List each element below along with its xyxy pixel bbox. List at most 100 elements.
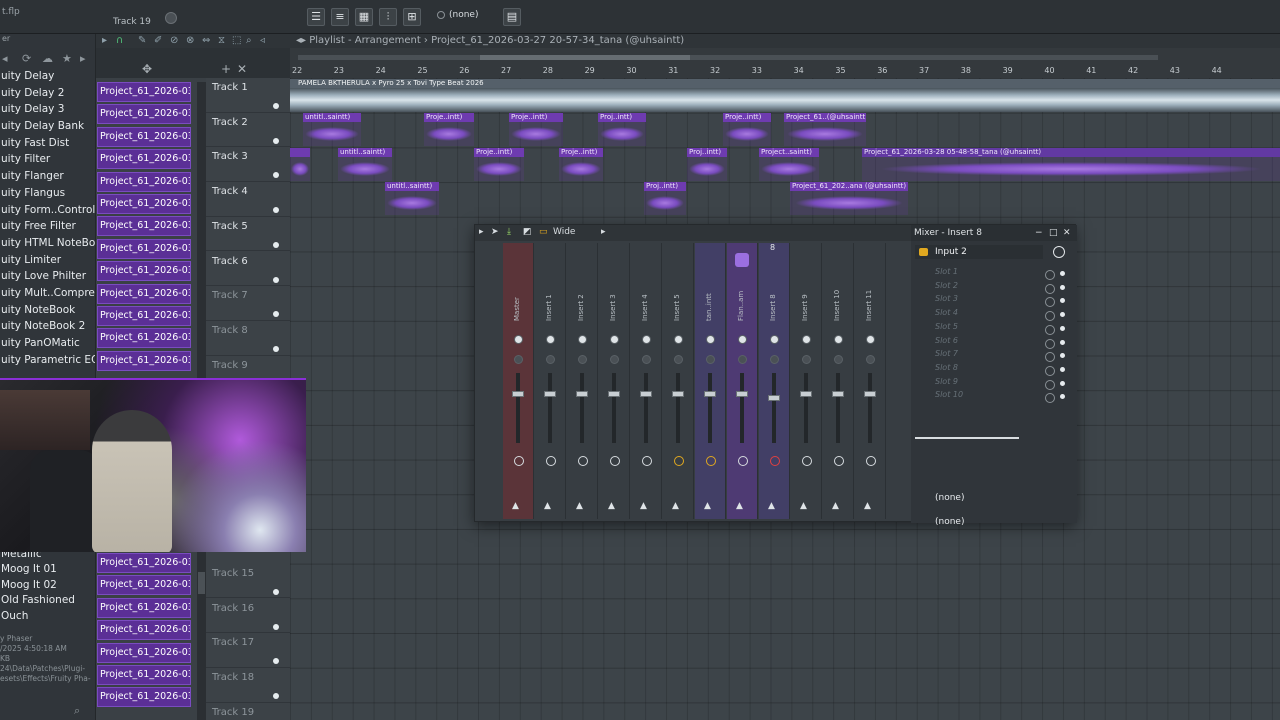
fx-slot[interactable]: Slot 7 <box>915 349 1065 363</box>
width-arrow-icon[interactable]: ▸ <box>601 227 606 237</box>
track-header[interactable]: Track 1 <box>206 78 290 113</box>
mixer-strip[interactable]: Insert 3 ▲ <box>599 243 630 519</box>
pan-knob[interactable] <box>802 335 811 344</box>
fx-slot[interactable]: Slot 9 <box>915 377 1065 391</box>
pattern-item[interactable]: Project_61_2026-03-27... <box>97 149 191 170</box>
route-toggle[interactable] <box>642 456 652 466</box>
paint-tool-icon[interactable]: ✐ <box>154 35 162 46</box>
input-selector[interactable]: Input 2 <box>915 245 1043 259</box>
mixer-strip[interactable]: Insert 5 ▲ <box>663 243 694 519</box>
mixer-strip[interactable]: Insert 4 ▲ <box>631 243 662 519</box>
pattern-item[interactable]: Project_61_2026-03-27... <box>97 575 191 596</box>
pattern-clip[interactable]: untitl..saintt) <box>303 113 361 146</box>
arrow-tool-icon[interactable]: ➤ <box>491 227 499 237</box>
volume-fader[interactable] <box>736 391 748 397</box>
fx-slot[interactable]: Slot 6 <box>915 336 1065 350</box>
maximize-icon[interactable]: □ <box>1049 225 1058 241</box>
track-enable-led[interactable] <box>273 276 279 283</box>
horizontal-scrollbar-thumb[interactable] <box>480 55 690 60</box>
fx-slot[interactable]: Slot 10 <box>915 390 1065 404</box>
route-toggle[interactable] <box>610 456 620 466</box>
audio-clip-beat[interactable]: PAMELA BKTHERULA x Pyro 25 x Tovi Type B… <box>290 79 1280 112</box>
pan-knob[interactable] <box>610 335 619 344</box>
scrollbar-thumb[interactable] <box>198 572 205 594</box>
track-enable-led[interactable] <box>273 311 279 318</box>
close-icon[interactable]: ✕ <box>1063 225 1071 241</box>
track-header[interactable]: Track 2 <box>206 113 290 148</box>
pattern-clip[interactable]: Proj..intt) <box>644 182 686 216</box>
pattern-clip[interactable] <box>290 147 310 181</box>
pattern-item[interactable]: Project_61_2026-03-27... <box>97 328 191 349</box>
volume-fader[interactable] <box>832 391 844 397</box>
send-arrow-icon[interactable]: ▲ <box>736 501 743 511</box>
mixer-wave-icon[interactable]: ◩ <box>523 227 532 237</box>
pan-knob[interactable] <box>834 335 843 344</box>
pattern-item[interactable]: Project_61_2026-03-27... <box>97 104 191 125</box>
pattern-clip[interactable]: Proje..intt) <box>559 147 603 181</box>
volume-fader[interactable] <box>800 391 812 397</box>
browser-item[interactable]: uity Fast Dist <box>0 137 95 154</box>
pattern-item[interactable]: Project_61_2026-03-27... <box>97 82 191 102</box>
mixer-strip[interactable]: 8 Insert 8 ▲ <box>759 243 790 519</box>
minimize-icon[interactable]: − <box>1035 225 1043 241</box>
fx-slot[interactable]: Slot 5 <box>915 322 1065 336</box>
track-header[interactable]: Track 6 <box>206 252 290 287</box>
window-arrows-icon[interactable]: ◂▸ <box>296 35 306 46</box>
pan-knob[interactable] <box>738 335 747 344</box>
browser-item[interactable]: uity Free Filter <box>0 220 95 237</box>
stereo-knob[interactable] <box>674 355 683 364</box>
send-arrow-icon[interactable]: ▲ <box>544 501 551 511</box>
fx-slot[interactable]: Slot 2 <box>915 281 1065 295</box>
move-icon[interactable]: ✥ <box>142 62 152 76</box>
search-icon[interactable]: ⌕ <box>74 704 80 718</box>
pattern-item[interactable]: Project_61_2026-03-27... <box>97 687 191 708</box>
route-toggle[interactable] <box>706 456 716 466</box>
stereo-knob[interactable] <box>802 355 811 364</box>
width-mode-label[interactable]: Wide <box>553 227 575 237</box>
track-enable-led[interactable] <box>273 345 279 352</box>
track-enable-led[interactable] <box>273 172 279 179</box>
stereo-knob[interactable] <box>706 355 715 364</box>
track-header[interactable]: Track 4 <box>206 182 290 217</box>
output-selector-1[interactable]: (none) <box>915 491 1065 505</box>
track-enable-led[interactable] <box>273 207 279 214</box>
pattern-clip[interactable]: untitl..saintt) <box>385 182 439 216</box>
plugin-database-icon[interactable]: ▤ <box>503 8 521 26</box>
volume-fader[interactable] <box>544 391 556 397</box>
stereo-knob[interactable] <box>770 355 779 364</box>
track-enable-led[interactable] <box>273 588 279 595</box>
pattern-clip[interactable]: Project_61_2026-03-28 05-48-58_tana (@uh… <box>862 147 1280 181</box>
route-toggle[interactable] <box>578 456 588 466</box>
browser-item[interactable]: uity HTML NoteBook <box>0 237 95 254</box>
send-arrow-icon[interactable]: ▲ <box>704 501 711 511</box>
pattern-clip[interactable]: Project_61..(@uhsaintt) <box>784 113 866 146</box>
browser-item[interactable]: uity Delay <box>0 70 95 87</box>
browser-item[interactable]: uity PanOMatic <box>0 337 95 354</box>
pattern-item[interactable]: Project_61_2026-03-27... <box>97 126 191 147</box>
pattern-clip[interactable]: Project_61_202..ana (@uhsaintt) <box>790 182 908 216</box>
pattern-item[interactable]: Project_61_2026-03-27... <box>97 350 191 371</box>
refresh-icon[interactable]: ⟳ <box>22 52 31 65</box>
browser-item[interactable]: uity Filter <box>0 153 95 170</box>
mixer-strip[interactable]: Flan..am ▲ <box>727 243 758 519</box>
pan-knob[interactable] <box>578 335 587 344</box>
delete-tool-icon[interactable]: ⊘ <box>170 35 178 46</box>
browser-item[interactable]: Ouch <box>0 610 96 625</box>
route-toggle[interactable] <box>546 456 556 466</box>
track-header[interactable]: Track 19 <box>206 703 290 720</box>
pattern-item[interactable]: Project_61_2026-03-27... <box>97 171 191 192</box>
browser-item[interactable]: uity Flangus <box>0 187 95 204</box>
pattern-item[interactable]: Project_61_2026-03-27... <box>97 216 191 237</box>
volume-fader[interactable] <box>768 395 780 401</box>
stereo-knob[interactable] <box>738 355 747 364</box>
volume-fader[interactable] <box>672 391 684 397</box>
browser-item[interactable]: uity NoteBook <box>0 304 95 321</box>
send-arrow-icon[interactable]: ▲ <box>576 501 583 511</box>
browser-item[interactable]: uity Delay 3 <box>0 103 95 120</box>
pattern-clip[interactable]: Proje..intt) <box>723 113 771 146</box>
stereo-knob[interactable] <box>514 355 523 364</box>
track-header[interactable]: Track 18 <box>206 668 290 703</box>
browser-item[interactable]: uity Limiter <box>0 254 95 271</box>
playlist-icon[interactable]: ☰ <box>307 8 325 26</box>
browser-item[interactable]: uity NoteBook 2 <box>0 320 95 337</box>
